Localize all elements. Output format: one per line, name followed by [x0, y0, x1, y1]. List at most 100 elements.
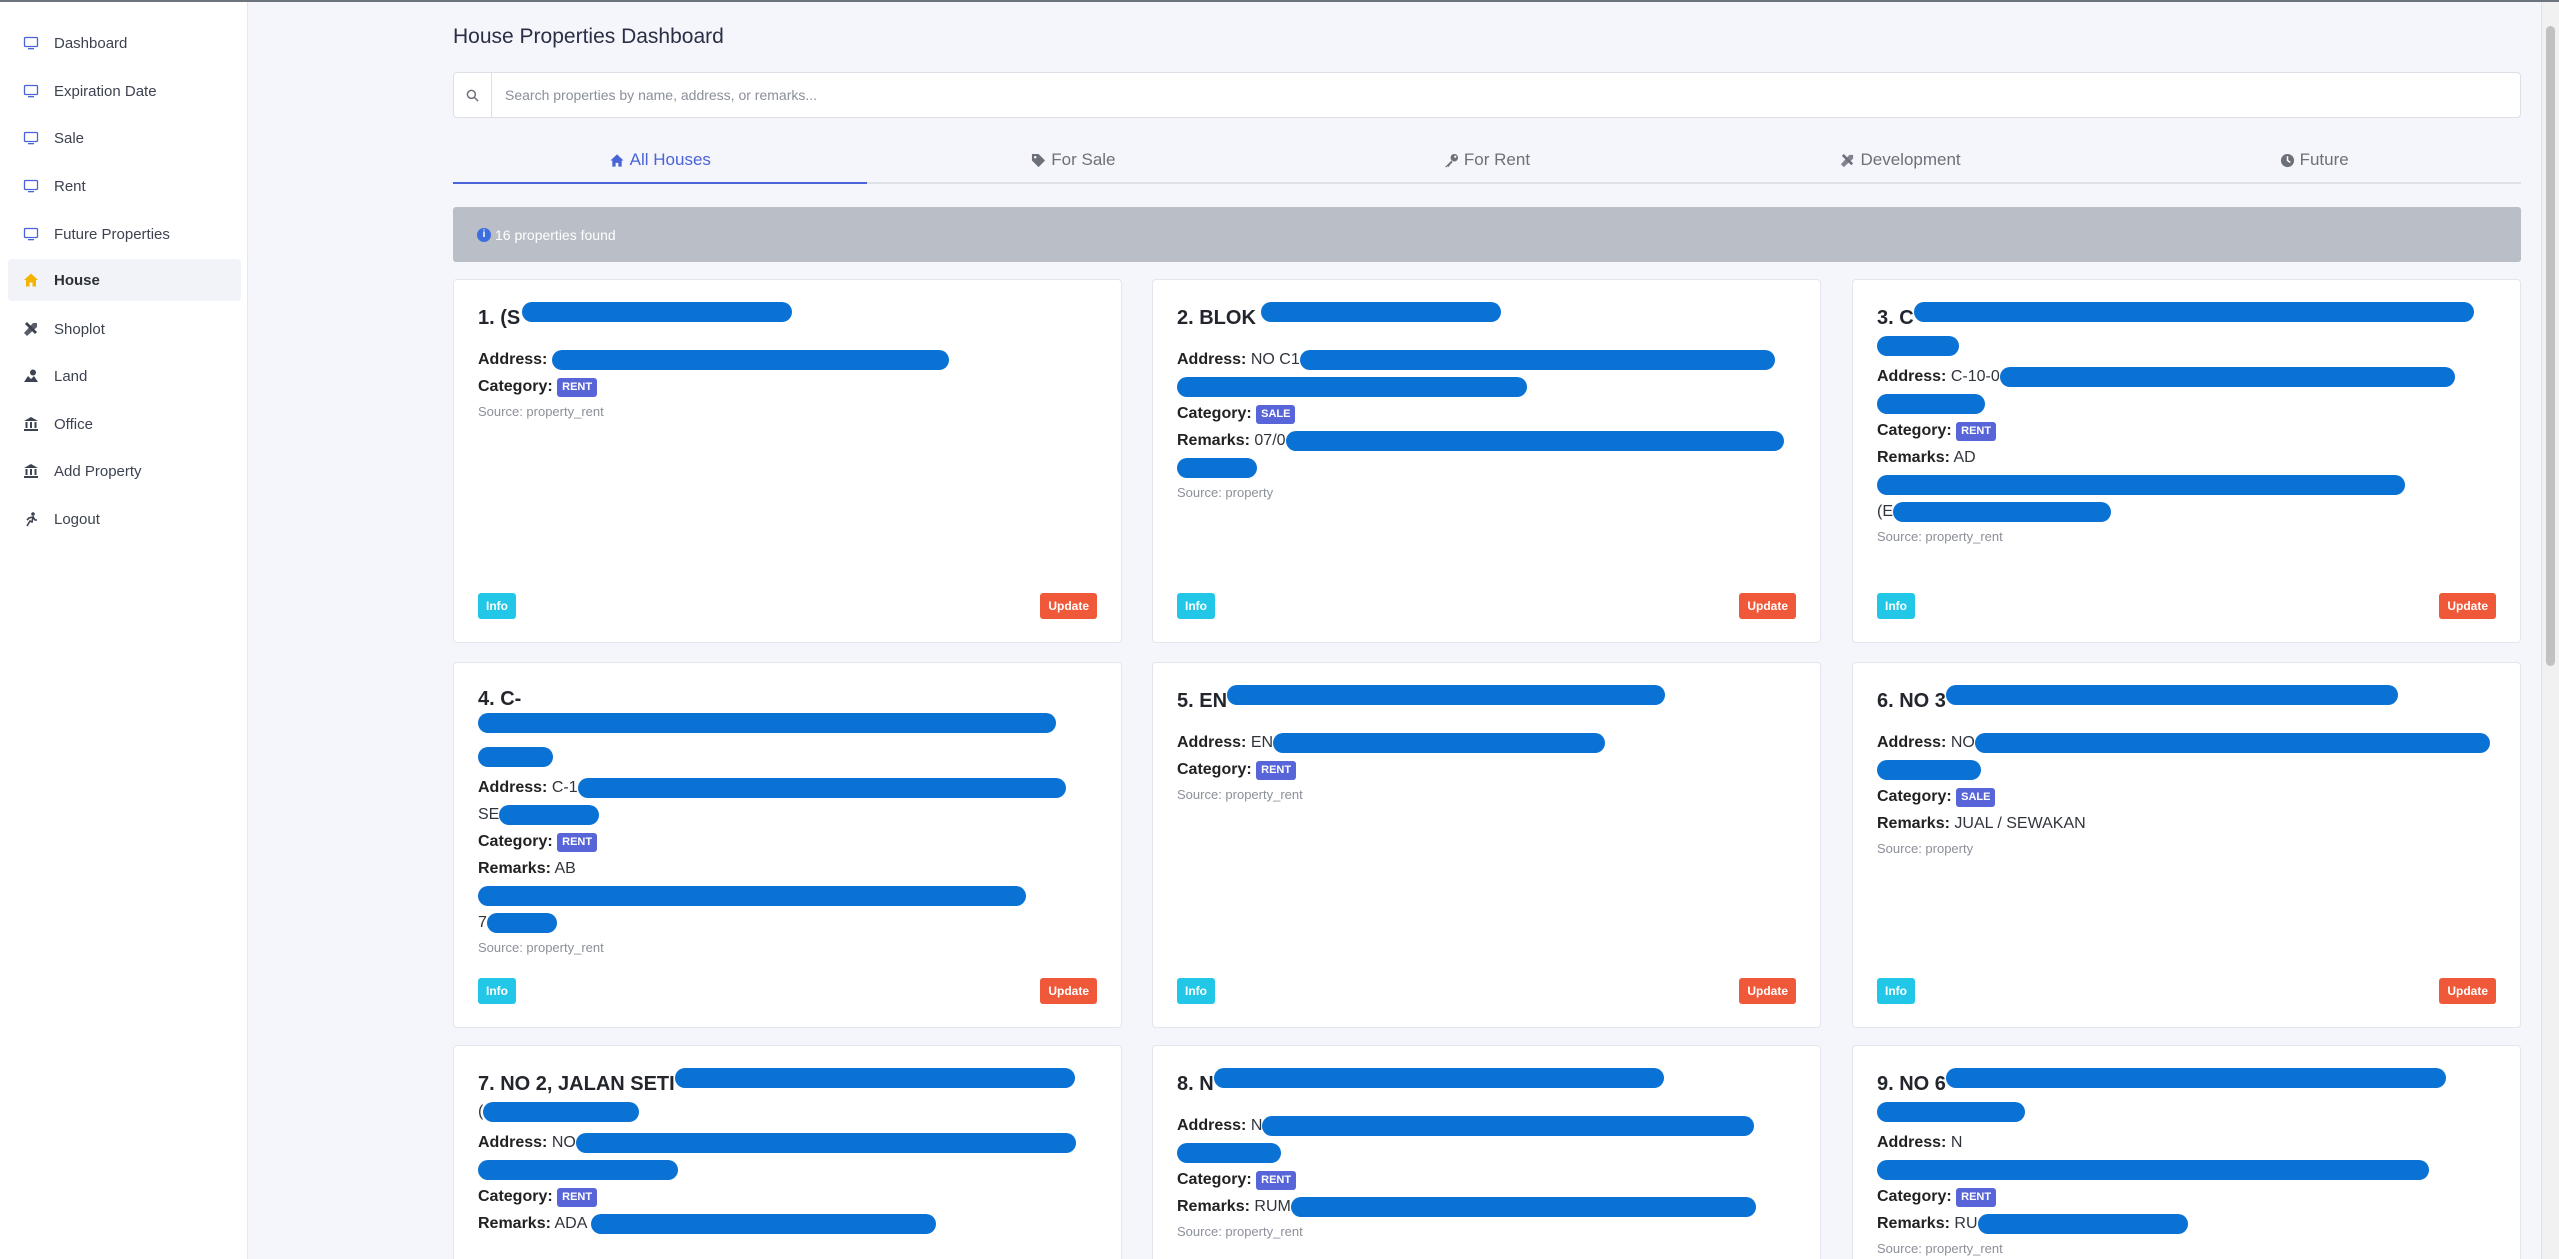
- search-input[interactable]: [492, 73, 2520, 117]
- sidebar-item-dashboard[interactable]: Dashboard: [8, 22, 241, 64]
- logout-icon: [22, 510, 40, 528]
- map-icon: [22, 367, 40, 385]
- property-address: Address: N: [1877, 1129, 2496, 1183]
- property-card: 5. EN Address: EN Category: RENT Source:…: [1152, 662, 1821, 1028]
- tab-for-sale[interactable]: For Sale: [867, 138, 1281, 182]
- sidebar-item-sale[interactable]: Sale: [8, 117, 241, 159]
- sidebar-item-add-property[interactable]: Add Property: [8, 450, 241, 492]
- update-button[interactable]: Update: [1040, 593, 1097, 619]
- property-title-line2: (: [478, 1098, 1097, 1125]
- category-badge: RENT: [1956, 422, 1997, 441]
- update-button[interactable]: Update: [2439, 593, 2496, 619]
- sidebar-item-label: Shoplot: [54, 320, 105, 338]
- tab-for-rent[interactable]: For Rent: [1280, 138, 1694, 182]
- sidebar-item-land[interactable]: Land: [8, 355, 241, 397]
- sidebar-item-label: Add Property: [54, 462, 142, 480]
- property-address: Address: EN: [1177, 729, 1796, 756]
- property-address: Address: N: [1177, 1112, 1796, 1139]
- tab-label: For Sale: [1051, 150, 1116, 169]
- monitor-icon: [22, 129, 40, 147]
- info-button[interactable]: Info: [478, 978, 516, 1004]
- sidebar-item-future-properties[interactable]: Future Properties: [8, 213, 241, 255]
- property-address: Address: NO C1: [1177, 346, 1796, 373]
- bank-icon: [22, 415, 40, 433]
- property-address-line2: [1877, 756, 2496, 783]
- property-address: Address: C-1: [478, 774, 1097, 801]
- property-remarks: Remarks: RU: [1877, 1210, 2496, 1237]
- sidebar-item-logout[interactable]: Logout: [8, 498, 241, 540]
- property-card: 6. NO 3 Address: NO Category: SALE Remar…: [1852, 662, 2521, 1028]
- property-category: Category: SALE: [1177, 400, 1796, 427]
- update-button[interactable]: Update: [1739, 593, 1796, 619]
- monitor-icon: [22, 34, 40, 52]
- search-icon: [454, 73, 492, 117]
- sidebar-item-label: House: [54, 271, 100, 289]
- property-remarks-line2: [1177, 454, 1796, 481]
- property-title: 9. NO 6: [1877, 1068, 2496, 1098]
- property-title: 6. NO 3: [1877, 685, 2496, 715]
- info-circle-icon: i: [477, 227, 491, 242]
- property-address: Address:: [478, 346, 1097, 373]
- sidebar-item-label: Logout: [54, 510, 100, 528]
- property-address-line2: SE: [478, 801, 1097, 828]
- info-button[interactable]: Info: [478, 593, 516, 619]
- property-title: 3. C: [1877, 302, 2496, 332]
- property-remarks-line2: (E: [1877, 498, 2496, 525]
- tab-future[interactable]: Future: [2107, 138, 2521, 182]
- info-button[interactable]: Info: [1177, 593, 1215, 619]
- search-box: [453, 72, 2521, 118]
- property-card: 3. C Address: C-10-0 Category: RENT Rema…: [1852, 279, 2521, 643]
- property-address: Address: C-10-0: [1877, 363, 2496, 390]
- tab-label: Future: [2299, 150, 2349, 169]
- tab-development[interactable]: Development: [1694, 138, 2108, 182]
- property-title: 8. N: [1177, 1068, 1796, 1098]
- property-title-line2: [478, 743, 1097, 770]
- tab-all-houses[interactable]: All Houses: [453, 138, 867, 184]
- property-remarks: Remarks: RUM: [1177, 1193, 1796, 1220]
- update-button[interactable]: Update: [1040, 978, 1097, 1004]
- property-source: Source: property: [1877, 841, 1974, 856]
- sidebar-item-rent[interactable]: Rent: [8, 165, 241, 207]
- property-title: 5. EN: [1177, 685, 1796, 715]
- category-badge: RENT: [557, 833, 598, 852]
- info-button[interactable]: Info: [1877, 593, 1915, 619]
- property-source: Source: property_rent: [478, 404, 604, 419]
- property-title-line2: [1877, 1098, 2496, 1125]
- sidebar-item-house[interactable]: House: [8, 259, 241, 301]
- property-category: Category: RENT: [1177, 1166, 1796, 1193]
- home-icon: [609, 153, 625, 168]
- property-remarks: Remarks: JUAL / SEWAKAN: [1877, 815, 2086, 832]
- property-remarks: Remarks: ADA: [478, 1210, 1097, 1237]
- info-button[interactable]: Info: [1177, 978, 1215, 1004]
- category-badge: SALE: [1256, 405, 1296, 424]
- property-title-line2: [1877, 332, 2496, 359]
- update-button[interactable]: Update: [2439, 978, 2496, 1004]
- property-card: 4. C- Address: C-1 SE Category: RENT Rem…: [453, 662, 1122, 1028]
- tag-icon: [1031, 153, 1046, 168]
- property-category: Category: RENT: [478, 828, 1097, 855]
- info-button[interactable]: Info: [1877, 978, 1915, 1004]
- property-source: Source: property_rent: [478, 940, 604, 955]
- category-tabs: All Houses For Sale For Rent Development…: [453, 138, 2521, 184]
- category-badge: RENT: [1956, 1188, 1997, 1207]
- category-badge: RENT: [557, 1188, 598, 1207]
- monitor-icon: [22, 82, 40, 100]
- page-scrollbar[interactable]: [2541, 2, 2559, 1259]
- home-icon: [22, 271, 40, 289]
- property-category: Category: RENT: [478, 373, 1097, 400]
- property-card: 2. BLOK Address: NO C1 Category: SALE Re…: [1152, 279, 1821, 643]
- scrollbar-thumb[interactable]: [2546, 26, 2555, 666]
- property-address-line2: [1877, 390, 2496, 417]
- tools-icon: [1840, 153, 1855, 168]
- property-card: 7. NO 2, JALAN SETI ( Address: NO Catego…: [453, 1045, 1122, 1259]
- property-card: 9. NO 6 Address: N Category: RENT Remark…: [1852, 1045, 2521, 1259]
- property-category: Category: RENT: [1177, 756, 1796, 783]
- sidebar-item-office[interactable]: Office: [8, 403, 241, 445]
- update-button[interactable]: Update: [1739, 978, 1796, 1004]
- sidebar-item-shoplot[interactable]: Shoplot: [8, 308, 241, 350]
- sidebar-item-expiration-date[interactable]: Expiration Date: [8, 70, 241, 112]
- sidebar-item-label: Land: [54, 367, 88, 385]
- tab-label: All Houses: [629, 150, 711, 169]
- main-content: House Properties Dashboard All Houses Fo…: [453, 2, 2521, 1259]
- property-category: Category: RENT: [1877, 1183, 2496, 1210]
